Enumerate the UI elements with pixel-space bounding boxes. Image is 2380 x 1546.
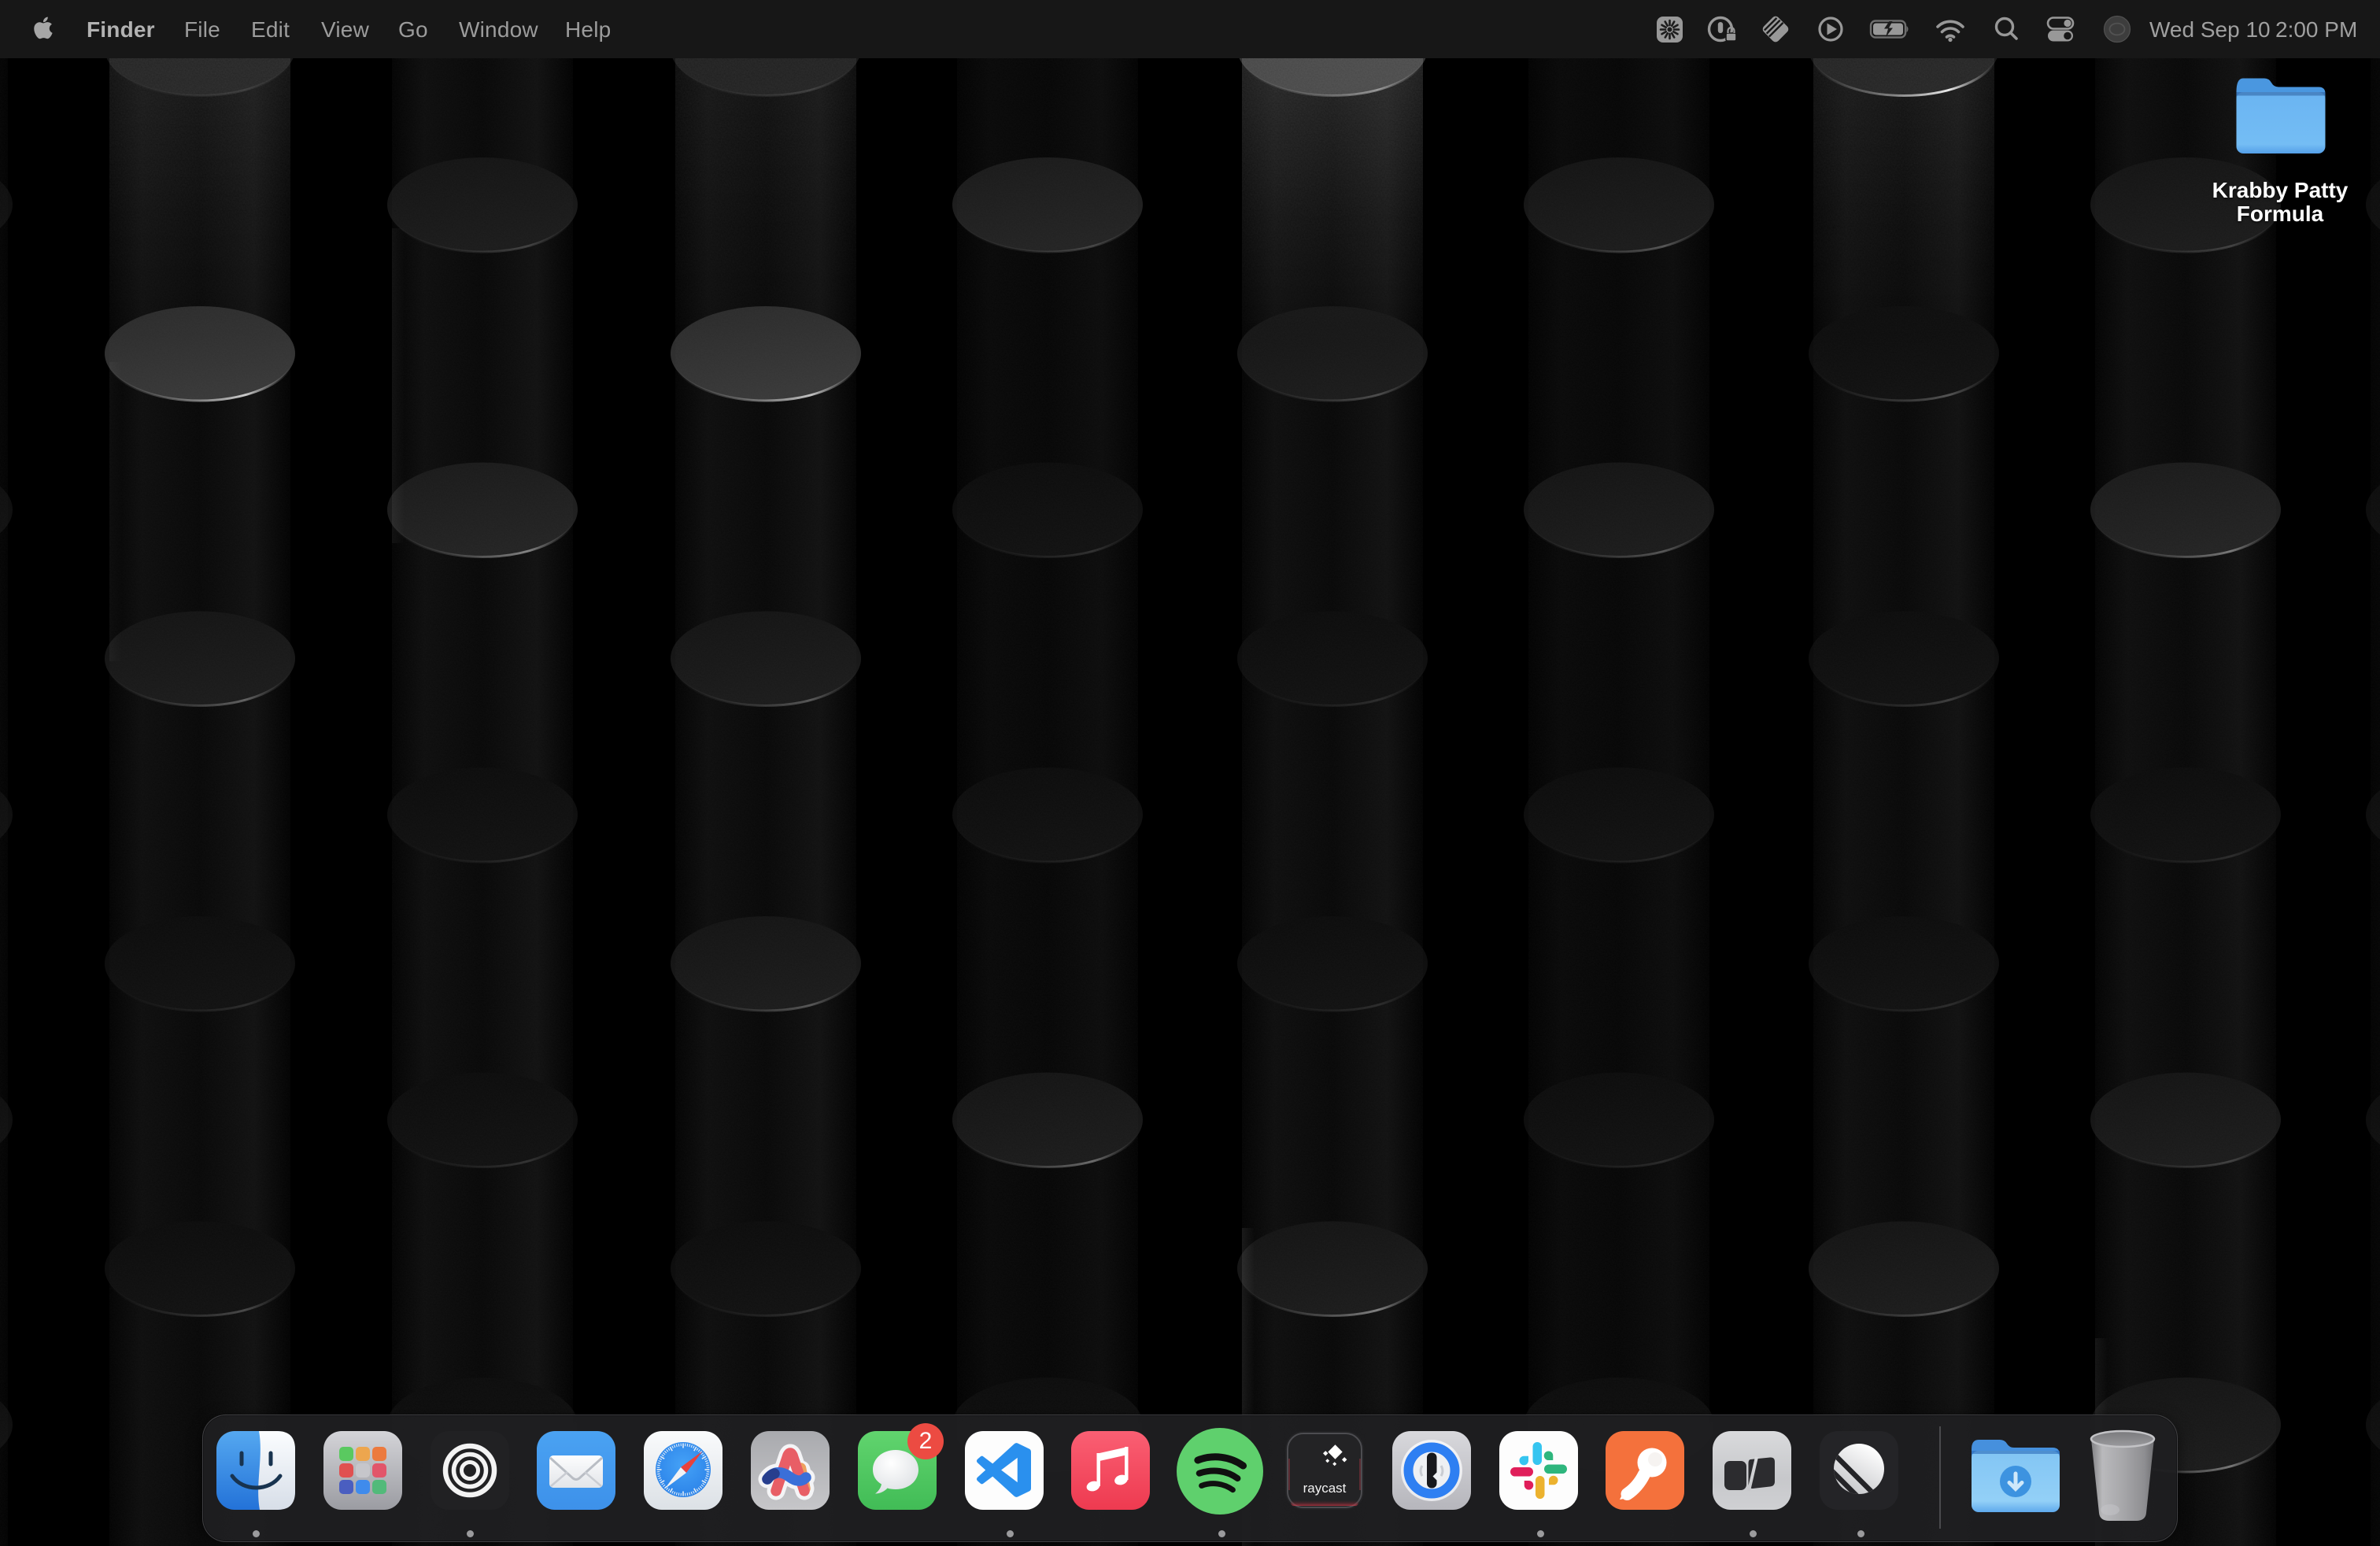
svg-text:raycast: raycast [1303, 1481, 1347, 1496]
